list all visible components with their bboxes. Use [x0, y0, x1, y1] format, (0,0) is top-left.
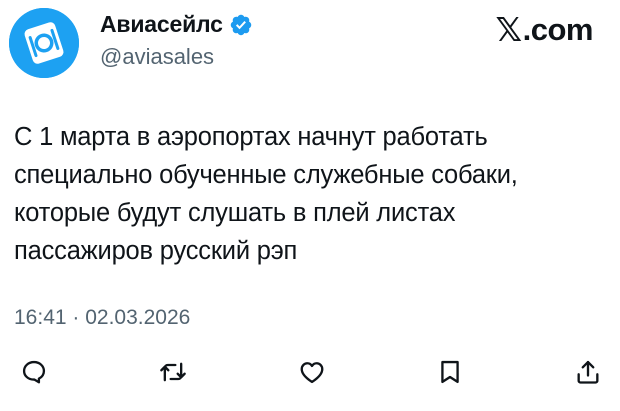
tweet-text-line: пассажиров русский рэп — [14, 237, 298, 265]
tweet-text-line: которые будут слушать в плей листах — [14, 199, 456, 227]
x-logo-icon: 𝕏 — [495, 11, 523, 48]
tweet-text: С 1 марта в аэропортах начнут работать с… — [14, 118, 604, 270]
reply-button[interactable] — [14, 352, 54, 392]
action-bar — [0, 352, 620, 392]
source-label: 𝕏 .com — [495, 10, 594, 49]
retweet-button[interactable] — [153, 352, 193, 392]
share-icon — [577, 360, 599, 384]
like-button[interactable] — [292, 352, 332, 392]
name-row: Авиасейлс — [100, 11, 253, 38]
tweet-text-line: С 1 марта в аэропортах начнут работать — [14, 123, 488, 151]
tweet-card: Авиасейлс @aviasales 𝕏 .com С 1 марта в … — [0, 0, 620, 411]
tweet-text-line: специально обученные служебные собаки, — [14, 161, 518, 189]
bookmark-button[interactable] — [430, 352, 470, 392]
reply-icon — [22, 360, 46, 384]
like-icon — [300, 362, 324, 384]
timestamp[interactable]: 16:41 · 02.03.2026 — [14, 306, 190, 330]
avatar[interactable] — [9, 8, 79, 78]
author-block: Авиасейлс @aviasales — [100, 11, 253, 70]
source-domain: .com — [522, 11, 594, 47]
aviasales-logo-icon — [9, 8, 79, 78]
display-name[interactable]: Авиасейлс — [100, 11, 223, 38]
retweet-icon — [160, 362, 186, 382]
bookmark-icon — [441, 360, 459, 384]
handle[interactable]: @aviasales — [100, 44, 253, 70]
share-button[interactable] — [568, 352, 608, 392]
verified-badge-icon — [230, 14, 251, 35]
